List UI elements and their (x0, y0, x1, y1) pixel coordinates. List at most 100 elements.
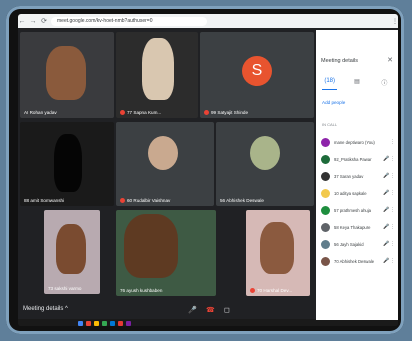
tab-chat[interactable]: ▤ (343, 78, 370, 90)
side-panel: Meeting details ✕ (18) ▤ ⓘ Add people IN… (316, 30, 398, 320)
list-item[interactable]: 10 aditya sapkale 🎤 ⋮ (316, 185, 398, 202)
participant-name: 56 Jayh Sajakid (334, 242, 364, 247)
taskbar-app-icon[interactable] (94, 320, 99, 326)
avatar: S (242, 56, 272, 86)
video-tile[interactable]: AI Rohan yadav (20, 32, 114, 118)
mic-icon: 🎤 (383, 190, 390, 196)
list-item[interactable]: 70 Abhishek Deswale 🎤 ⋮ (316, 253, 398, 270)
more-options-icon[interactable]: ⋮ (390, 258, 395, 264)
panel-title: Meeting details (321, 58, 358, 64)
avatar (321, 155, 330, 164)
more-options-icon[interactable]: ⋮ (390, 207, 395, 213)
list-item[interactable]: 57 prathmesh ahuja 🎤 ⋮ (316, 202, 398, 219)
more-options-icon[interactable]: ⋮ (390, 173, 395, 179)
avatar (321, 240, 330, 249)
tab-info[interactable]: ⓘ (371, 78, 398, 90)
muted-mic-icon (120, 198, 125, 203)
avatar (321, 257, 330, 266)
tab-people[interactable]: (18) (316, 78, 343, 90)
video-tile[interactable]: 77 Sapna Kum... (116, 32, 198, 118)
caret-up-icon: ^ (65, 306, 68, 312)
participant-video (142, 38, 174, 100)
participant-name: 77 Sapna Kum... (127, 110, 162, 115)
participant-name: 99 Satyajit Shinde (211, 110, 249, 115)
participant-video (46, 46, 86, 100)
video-tile[interactable]: 60 Rudalbir Vaishnav (116, 122, 214, 206)
mic-icon[interactable]: 🎤 (188, 306, 197, 314)
mic-icon: 🎤 (383, 207, 390, 213)
taskbar-app-icon[interactable] (86, 320, 91, 326)
participant-name: 70 Abhishek Deswale (334, 259, 375, 264)
list-item[interactable]: 58 Keya Thakapure 🎤 ⋮ (316, 219, 398, 236)
list-item[interactable]: 92_Pratiksha Pawar 🎤 ⋮ (316, 151, 398, 168)
participant-name: mane deptiwaro (You) (334, 140, 375, 145)
avatar (321, 172, 330, 181)
muted-mic-icon (120, 110, 125, 115)
participant-list: mane deptiwaro (You) ⋮ 92_Pratiksha Pawa… (316, 134, 398, 270)
participant-name: 58 Keya Thakapure (334, 225, 371, 230)
panel-tabs: (18) ▤ ⓘ (316, 78, 398, 90)
mic-icon: 🎤 (383, 173, 390, 179)
back-icon[interactable]: ← (18, 18, 26, 25)
participant-video (56, 224, 86, 274)
close-icon[interactable]: ✕ (387, 56, 393, 64)
in-call-label: IN CALL (322, 122, 338, 127)
taskbar-app-icon[interactable] (102, 320, 107, 326)
end-call-icon[interactable]: ☎ (206, 306, 215, 314)
mic-icon: 🎤 (383, 224, 390, 230)
add-people-button[interactable]: Add people (322, 100, 345, 105)
taskbar-app-icon[interactable] (110, 320, 115, 326)
participant-name: 60 Rudalbir Vaishnav (127, 198, 171, 203)
participant-name: 88 amit Somwanshi (24, 198, 65, 203)
mic-icon: 🎤 (383, 156, 390, 162)
list-item[interactable]: 56 Jayh Sajakid 🎤 ⋮ (316, 236, 398, 253)
participant-name: AI Rohan yadav (24, 110, 57, 115)
video-tile[interactable]: 73 sakshi varmo (44, 210, 100, 294)
windows-taskbar (18, 319, 398, 326)
browser-address-bar: ← → ⟳ meet.google.com/kv-hoet-nmb?authus… (18, 14, 398, 28)
video-tile[interactable]: 70 Harshal Dev... (246, 210, 310, 296)
url-field[interactable]: meet.google.com/kv-hoet-nmb?authuser=0 (51, 16, 207, 26)
taskbar-app-icon[interactable] (118, 320, 123, 326)
participant-name: 10 aditya sapkale (334, 191, 367, 196)
taskbar-app-icon[interactable] (78, 320, 83, 326)
muted-mic-icon (204, 110, 209, 115)
more-options-icon[interactable]: ⋮ (390, 156, 395, 162)
video-tile[interactable]: 88 amit Somwanshi (20, 122, 114, 206)
mic-icon: 🎤 (383, 258, 390, 264)
mic-icon: 🎤 (383, 241, 390, 247)
avatar (321, 138, 330, 147)
participant-name: 92_Pratiksha Pawar (334, 157, 372, 162)
participant-video (148, 136, 178, 170)
reload-icon[interactable]: ⟳ (40, 17, 48, 25)
muted-mic-icon (250, 288, 255, 293)
participant-name: 76 ayush kushbaben (120, 288, 163, 293)
video-tile[interactable]: S 99 Satyajit Shinde (200, 32, 314, 118)
participant-video (54, 134, 82, 192)
avatar (321, 223, 330, 232)
avatar (321, 189, 330, 198)
participant-name: 73 sakshi varmo (48, 286, 82, 291)
taskbar-app-icon[interactable] (126, 320, 131, 326)
more-options-icon[interactable]: ⋮ (390, 190, 395, 196)
participant-name: 70 Harshal Dev... (257, 288, 293, 293)
forward-icon[interactable]: → (29, 18, 37, 25)
participant-video (260, 222, 294, 274)
participant-video (250, 136, 280, 170)
participant-name: 37 Saran yadav (334, 174, 364, 179)
video-tile[interactable]: 56 Abhishek Deswale (216, 122, 314, 206)
browser-menu-icon[interactable]: ⋮ (392, 18, 398, 25)
participant-name: 57 prathmesh ahuja (334, 208, 372, 213)
participant-video (124, 214, 178, 278)
list-item[interactable]: mane deptiwaro (You) ⋮ (316, 134, 398, 151)
meeting-details-label: Meeting details (23, 306, 64, 312)
more-options-icon[interactable]: ⋮ (390, 241, 395, 247)
more-options-icon[interactable]: ⋮ (390, 224, 395, 230)
list-item[interactable]: 37 Saran yadav 🎤 ⋮ (316, 168, 398, 185)
participant-name: 56 Abhishek Deswale (220, 198, 264, 203)
more-options-icon[interactable]: ⋮ (390, 139, 395, 145)
video-grid: AI Rohan yadav 77 Sapna Kum... S 99 Saty… (18, 30, 316, 300)
camera-icon[interactable]: ◻ (224, 306, 230, 314)
meeting-details-button[interactable]: Meeting details ^ (23, 306, 68, 312)
video-tile[interactable]: 76 ayush kushbaben (116, 210, 216, 296)
